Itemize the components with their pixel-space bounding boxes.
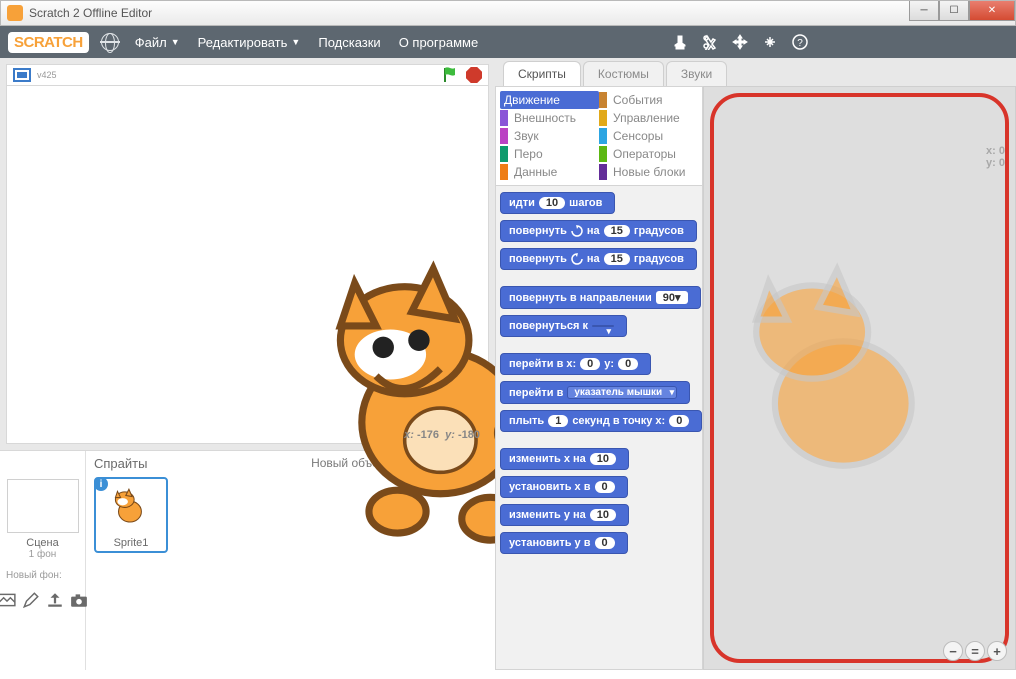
window-close-button[interactable]: ✕ bbox=[969, 1, 1015, 21]
app-icon bbox=[7, 5, 23, 21]
fullscreen-button[interactable] bbox=[13, 68, 31, 82]
block-palette: идти10шагов повернутьна15градусов поверн… bbox=[496, 186, 702, 669]
sprite-name: Sprite1 bbox=[98, 537, 164, 549]
sprite-info-button[interactable]: i bbox=[94, 477, 108, 491]
stage-coords: x: -176 y: -180 bbox=[404, 429, 480, 441]
stop-button[interactable] bbox=[466, 67, 482, 83]
scissors-icon[interactable] bbox=[702, 34, 718, 50]
library-icon[interactable] bbox=[0, 591, 16, 609]
zoom-out-button[interactable]: − bbox=[943, 641, 963, 661]
backdrop-count: 1 фон bbox=[29, 549, 57, 560]
shrink-icon[interactable] bbox=[762, 34, 778, 50]
tab-costumes[interactable]: Костюмы bbox=[583, 61, 664, 86]
window-minimize-button[interactable]: ─ bbox=[909, 1, 939, 21]
upload-icon[interactable] bbox=[46, 591, 64, 609]
new-backdrop-label: Новый фон: bbox=[4, 570, 62, 581]
stamp-icon[interactable] bbox=[672, 34, 688, 50]
block-glide[interactable]: плыть1секунд в точку x:0 bbox=[500, 410, 702, 432]
menu-edit[interactable]: Редактировать▼ bbox=[198, 35, 301, 50]
sprite-watermark bbox=[694, 97, 1005, 679]
svg-text:?: ? bbox=[797, 38, 803, 49]
block-point-towards[interactable]: повернуться к bbox=[500, 315, 627, 337]
block-change-y[interactable]: изменить y на10 bbox=[500, 504, 629, 526]
cat-control[interactable]: Управление bbox=[599, 109, 698, 127]
cat-pen[interactable]: Перо bbox=[500, 145, 599, 163]
cat-operators[interactable]: Операторы bbox=[599, 145, 698, 163]
block-turn-ccw[interactable]: повернутьна15градусов bbox=[500, 248, 697, 270]
cat-motion[interactable]: Движение bbox=[500, 91, 599, 109]
cat-data[interactable]: Данные bbox=[500, 163, 599, 181]
script-coords: x: 0y: 0 bbox=[986, 145, 1005, 169]
menu-bar: SCRATCH Файл▼ Редактировать▼ Подсказки О… bbox=[0, 26, 1016, 58]
version-label: v425 bbox=[37, 70, 57, 80]
window-titlebar: Scratch 2 Offline Editor ─ ☐ ✕ bbox=[0, 0, 1016, 26]
menu-file[interactable]: Файл▼ bbox=[135, 35, 180, 50]
block-set-x[interactable]: установить x в0 bbox=[500, 476, 628, 498]
block-categories: Движение События Внешность Управление Зв… bbox=[496, 87, 702, 186]
zoom-reset-button[interactable]: = bbox=[965, 641, 985, 661]
cat-sensing[interactable]: Сенсоры bbox=[599, 127, 698, 145]
tab-sounds[interactable]: Звуки bbox=[666, 61, 727, 86]
cat-looks[interactable]: Внешность bbox=[500, 109, 599, 127]
script-canvas[interactable]: x: 0y: 0 − = + bbox=[703, 86, 1016, 670]
sprite-thumbnail[interactable]: i Sprite1 bbox=[94, 477, 168, 553]
cat-more[interactable]: Новые блоки bbox=[599, 163, 698, 181]
block-goto-xy[interactable]: перейти в x:0y:0 bbox=[500, 353, 651, 375]
window-title: Scratch 2 Offline Editor bbox=[29, 6, 152, 20]
chevron-down-icon: ▼ bbox=[171, 37, 180, 47]
block-move[interactable]: идти10шагов bbox=[500, 192, 615, 214]
menu-tips[interactable]: Подсказки bbox=[318, 35, 380, 50]
stage-header: v425 bbox=[6, 64, 489, 86]
stage-thumbnail[interactable] bbox=[7, 479, 79, 533]
cat-events[interactable]: События bbox=[599, 91, 698, 109]
chevron-down-icon: ▼ bbox=[291, 37, 300, 47]
sprites-title: Спрайты bbox=[94, 456, 147, 471]
language-button[interactable] bbox=[101, 33, 119, 51]
block-turn-cw[interactable]: повернутьна15градусов bbox=[500, 220, 697, 242]
block-change-x[interactable]: изменить x на10 bbox=[500, 448, 629, 470]
stage-canvas[interactable]: x: -176 y: -180 bbox=[6, 86, 489, 444]
green-flag-button[interactable] bbox=[442, 66, 460, 84]
tab-scripts[interactable]: Скрипты bbox=[503, 61, 581, 86]
stage-label: Сцена bbox=[26, 537, 58, 549]
paint-icon[interactable] bbox=[22, 591, 40, 609]
menu-about[interactable]: О программе bbox=[399, 35, 479, 50]
grow-icon[interactable] bbox=[732, 34, 748, 50]
camera-icon[interactable] bbox=[70, 591, 88, 609]
help-icon[interactable]: ? bbox=[792, 34, 808, 50]
block-set-y[interactable]: установить y в0 bbox=[500, 532, 628, 554]
block-point-direction[interactable]: повернуть в направлении90▾ bbox=[500, 286, 701, 309]
block-goto[interactable]: перейти вуказатель мышки bbox=[500, 381, 690, 404]
zoom-in-button[interactable]: + bbox=[987, 641, 1007, 661]
scratch-logo[interactable]: SCRATCH bbox=[8, 32, 89, 53]
cat-sound[interactable]: Звук bbox=[500, 127, 599, 145]
window-maximize-button[interactable]: ☐ bbox=[939, 1, 969, 21]
